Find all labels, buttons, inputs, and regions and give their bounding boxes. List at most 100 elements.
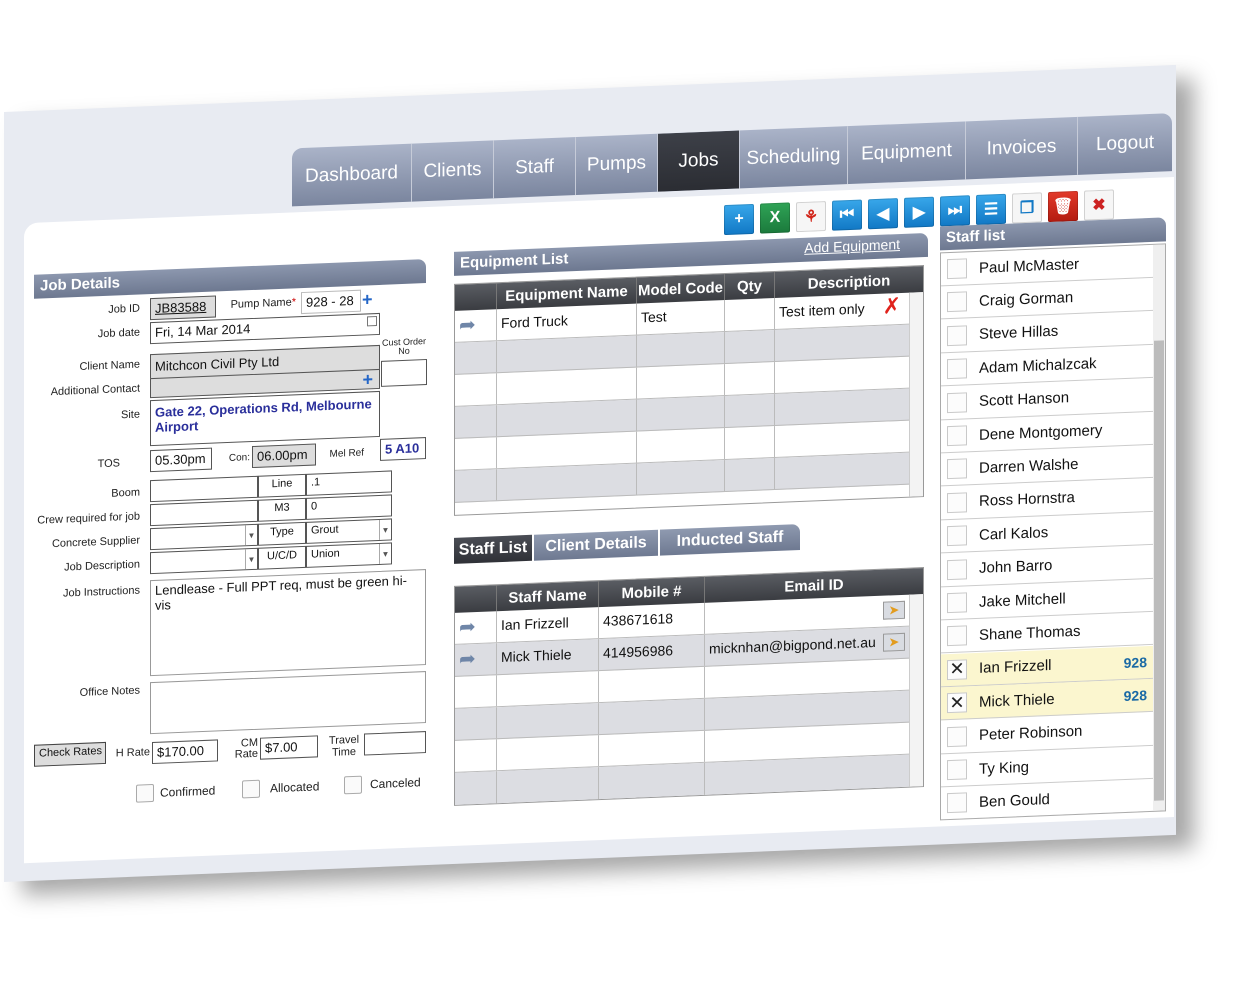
checkbox[interactable]: [947, 325, 967, 346]
duplicate-icon[interactable]: ❐: [1012, 192, 1042, 224]
checkbox[interactable]: [947, 391, 967, 413]
add-pump-icon[interactable]: +: [362, 289, 373, 309]
h-rate-field[interactable]: $170.00: [152, 739, 218, 765]
tab-logout[interactable]: Logout: [1078, 113, 1172, 175]
mel-ref-field[interactable]: 5 A10: [380, 437, 426, 461]
tab-staff-list[interactable]: Staff List: [454, 534, 532, 564]
tab-client-details[interactable]: Client Details: [534, 529, 658, 561]
go-arrow-icon[interactable]: ➦: [455, 611, 497, 644]
checkbox[interactable]: [947, 425, 967, 447]
checkbox[interactable]: [947, 458, 967, 480]
col-blank: [455, 585, 497, 613]
tab-invoices[interactable]: Invoices: [966, 116, 1078, 180]
equipment-grid: Equipment Name Model Code Qty Descriptio…: [454, 265, 924, 516]
check-rates-button[interactable]: Check Rates: [34, 741, 106, 767]
travel-time-field[interactable]: [364, 731, 426, 756]
tab-dashboard[interactable]: Dashboard: [292, 143, 412, 207]
tos-field[interactable]: 05.30pm: [150, 447, 212, 473]
content-panel: + X ⚘ ⏮ ◀ ▶ ⏭ ☰ ❐ 🗑 ✖ Job Details Job ID…: [24, 177, 1174, 864]
calendar-icon[interactable]: [367, 316, 377, 327]
checkbox[interactable]: [947, 625, 967, 647]
last-record-icon[interactable]: ⏭: [940, 195, 970, 227]
tab-jobs[interactable]: Jobs: [658, 130, 740, 192]
type-label: Type: [258, 521, 306, 546]
settings-icon[interactable]: ✖: [1084, 189, 1114, 221]
confirmed-checkbox[interactable]: [136, 783, 154, 803]
cm-rate-field[interactable]: $7.00: [260, 735, 318, 760]
checkbox[interactable]: [947, 525, 967, 547]
staff-list: Paul McMaster Craig Gorman Steve Hillas Ada…: [940, 243, 1166, 821]
allocated-checkbox[interactable]: [242, 779, 260, 799]
checked-checkbox-icon[interactable]: ✕: [947, 692, 967, 714]
checkbox[interactable]: [947, 759, 967, 781]
pdf-icon[interactable]: ⚘: [796, 200, 826, 233]
staff-name: Jake Mitchell: [979, 589, 1066, 611]
scroll-thumb[interactable]: [1154, 340, 1164, 801]
ucd-select[interactable]: Union ▼: [306, 542, 392, 568]
site-label: Site: [121, 408, 140, 422]
checkbox[interactable]: [947, 258, 967, 280]
job-date-value: Fri, 14 Mar 2014: [155, 321, 251, 340]
office-notes-textarea[interactable]: [150, 671, 426, 735]
canceled-checkbox[interactable]: [344, 775, 362, 795]
send-email-icon[interactable]: ➤: [883, 632, 905, 652]
checkbox[interactable]: [947, 792, 967, 814]
qty-cell: [725, 298, 775, 332]
checked-checkbox-icon[interactable]: ✕: [947, 659, 967, 680]
tab-clients[interactable]: Clients: [412, 140, 494, 202]
col-blank: [455, 283, 497, 311]
h-rate-label: H Rate: [115, 746, 150, 760]
supplier-select[interactable]: ▼: [150, 523, 258, 551]
go-arrow-icon[interactable]: ➦: [455, 643, 497, 676]
list-view-icon[interactable]: ☰: [976, 193, 1006, 225]
boom-field[interactable]: [150, 475, 258, 503]
additional-contact-label: Additional Contact: [50, 382, 140, 399]
tab-scheduling[interactable]: Scheduling: [740, 126, 848, 189]
office-notes-label: Office Notes: [79, 684, 140, 699]
equipment-scrollbar[interactable]: [909, 292, 923, 497]
checkbox[interactable]: [947, 725, 967, 747]
checkbox[interactable]: [947, 358, 967, 380]
checkbox[interactable]: [947, 592, 967, 614]
staff-name: Mick Thiele: [979, 690, 1055, 711]
tab-equipment[interactable]: Equipment: [848, 121, 966, 185]
go-arrow-icon[interactable]: ➦: [455, 309, 497, 342]
tab-inducted-staff[interactable]: Inducted Staff: [660, 524, 800, 556]
checkbox[interactable]: [947, 492, 967, 513]
excel-icon[interactable]: X: [760, 202, 790, 234]
mobile-cell: 414956986: [599, 634, 705, 671]
instructions-textarea[interactable]: Lendlease - Full PPT req, must be green …: [150, 569, 426, 677]
staff-list-scrollbar[interactable]: [1153, 244, 1165, 811]
tab-pumps[interactable]: Pumps: [576, 133, 658, 196]
type-select[interactable]: Grout ▼: [306, 518, 392, 544]
delete-row-icon[interactable]: ✗: [883, 293, 901, 319]
staff-name: Shane Thomas: [979, 622, 1081, 644]
staff-grid-scrollbar[interactable]: [909, 594, 923, 787]
job-description-select[interactable]: ▼: [150, 547, 258, 575]
previous-record-icon[interactable]: ◀: [868, 198, 898, 230]
site-field[interactable]: Gate 22, Operations Rd, Melbourne Airpor…: [150, 390, 380, 447]
m3-field[interactable]: 0: [306, 494, 392, 520]
next-record-icon[interactable]: ▶: [904, 196, 934, 228]
email-text: micknhan@bigpond.net.au: [709, 633, 876, 657]
crew-field[interactable]: [150, 499, 258, 527]
pump-name-label: Pump Name*: [230, 296, 296, 311]
send-email-icon[interactable]: ➤: [883, 600, 905, 620]
add-equipment-link[interactable]: Add Equipment: [804, 236, 900, 256]
first-record-icon[interactable]: ⏮: [832, 199, 862, 231]
staff-name: Peter Robinson: [979, 722, 1083, 744]
tab-staff[interactable]: Staff: [494, 137, 576, 199]
job-id-field[interactable]: JB83588: [150, 295, 216, 321]
ucd-value: Union: [311, 547, 340, 561]
app-window: Dashboard Clients Staff Pumps Jobs Sched…: [0, 0, 1250, 1000]
con-field[interactable]: 06.00pm: [252, 443, 316, 469]
add-contact-icon[interactable]: +: [362, 369, 373, 389]
instructions-label: Job Instructions: [62, 584, 140, 600]
pump-name-field[interactable]: 928 - 28: [301, 289, 361, 315]
checkbox[interactable]: [947, 291, 967, 313]
cust-order-field[interactable]: [381, 359, 427, 387]
delete-icon[interactable]: 🗑: [1048, 190, 1078, 223]
checkbox[interactable]: [947, 558, 967, 580]
line-field[interactable]: .1: [306, 470, 392, 496]
add-icon[interactable]: +: [724, 203, 754, 236]
